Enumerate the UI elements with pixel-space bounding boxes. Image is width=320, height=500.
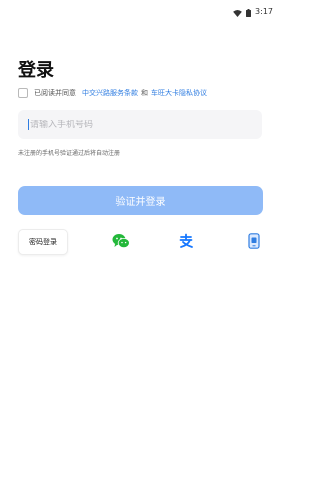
alipay-icon[interactable] <box>176 231 196 251</box>
register-hint: 未注册的手机号验证通过后将自动注册 <box>18 150 121 157</box>
agreement-joiner: 和 <box>141 89 148 97</box>
agreement-row: 已阅读并同意 中交兴路服务条款 和 车旺大卡隐私协议 <box>18 88 207 98</box>
battery-icon <box>246 2 252 21</box>
terms-link[interactable]: 中交兴路服务条款 <box>82 88 138 98</box>
verify-login-button[interactable]: 验证并登录 <box>18 186 263 215</box>
agreement-prefix: 已阅读并同意 <box>34 89 76 97</box>
wechat-icon[interactable] <box>111 231 131 251</box>
alt-login-row: 密码登录 <box>18 229 264 255</box>
status-time: 3:17 <box>255 7 273 16</box>
phone-device-icon[interactable] <box>244 231 264 251</box>
page-title: 登录 <box>18 60 54 81</box>
agreement-checkbox[interactable] <box>18 88 28 98</box>
privacy-link[interactable]: 车旺大卡隐私协议 <box>151 88 207 98</box>
status-bar: 3:17 <box>0 0 281 17</box>
text-caret <box>28 119 29 130</box>
password-login-button[interactable]: 密码登录 <box>18 229 68 255</box>
phone-input[interactable] <box>30 119 250 130</box>
status-icons: 3:17 <box>233 2 273 21</box>
wifi-icon <box>233 2 242 21</box>
phone-field[interactable] <box>18 110 262 139</box>
